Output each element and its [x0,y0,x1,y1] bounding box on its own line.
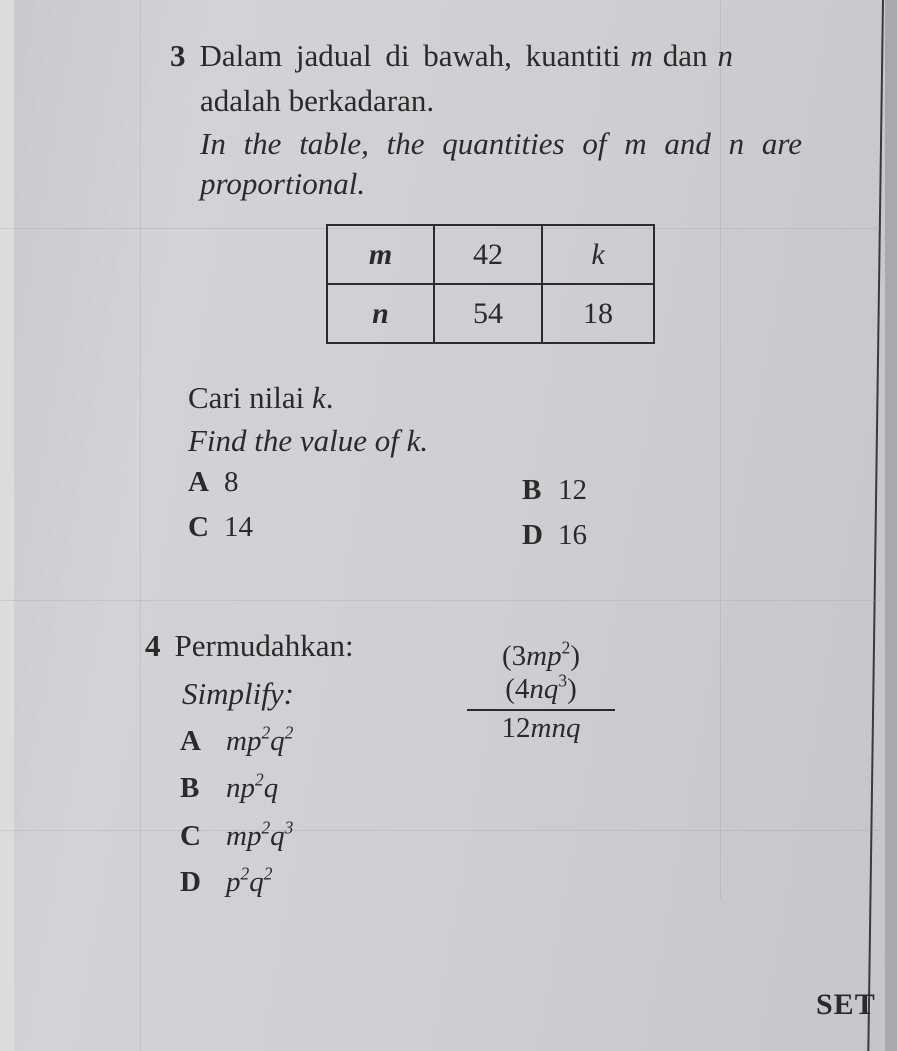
option-a[interactable]: A8 [188,466,239,499]
set-label: SET [816,988,876,1021]
den-coef: 12 [501,712,531,744]
proportion-table: m 42 k n 54 18 [326,224,655,344]
term-base: q [270,725,285,757]
fraction-denominator: 12mnq [467,711,615,745]
prompt-punct: . [325,380,334,415]
option-expression: mp2q2 [226,722,294,757]
question-text-english: In the table, the quantities of m and n … [200,126,802,161]
question-text: Dalam jadual di bawah, kuantiti [199,38,621,73]
term-base: p [226,866,241,898]
page-border-line [867,0,884,1051]
question-text-english: proportional. [200,166,366,201]
table-cell-label: n [326,283,435,344]
option-letter: B [522,474,542,506]
term-base: q [270,820,285,852]
find-prompt-malay: Cari nilai k. [188,380,334,416]
option-c[interactable]: C 14 [188,511,253,544]
q4-option-c[interactable]: Cmp2q3 [180,817,294,853]
num-text: ) [567,673,577,705]
prompt-text: Cari nilai [188,380,305,415]
option-letter: A [180,725,201,757]
term-base: q [249,866,264,898]
question-4-header: 4 Permudahkan: [145,628,354,664]
variable-m: m [630,38,653,73]
fraction-numerator: (3mp2)(4nq3) [467,639,615,711]
table-row: m 42 k [326,224,655,285]
table-cell: k [541,224,655,285]
option-letter: D [180,866,201,898]
term-base: mp [226,820,262,852]
fraction-expression: (3mp2)(4nq3) 12mnq [467,639,615,745]
q4-option-d[interactable]: Dp2q2 [180,863,273,899]
option-letter: D [522,519,543,551]
page-edge [0,0,14,1051]
table-cell: 18 [541,283,655,344]
question-text: dan [662,38,708,73]
option-value: 12 [558,474,587,506]
question-number: 4 [145,628,161,663]
show-through-line [140,0,141,1051]
term-exponent: 2 [284,722,294,743]
term-exponent: 2 [263,863,273,884]
den-vars: mnq [530,712,581,744]
variable-n: n [717,38,734,73]
question-3-header: 3 Dalam jadual di bawah, kuantiti m dan … [170,38,733,74]
term-base: np [226,772,255,804]
question-number: 3 [170,38,186,73]
option-letter: C [188,511,209,543]
option-d[interactable]: D 16 [522,519,587,552]
question-text-english: Simplify: [182,676,294,711]
term-exponent: 2 [261,722,271,743]
question-text-malay: Permudahkan: [174,628,354,663]
num-vars: mp [526,640,562,672]
option-letter: B [180,772,200,804]
term-base: mp [226,725,262,757]
term-exponent: 2 [261,817,271,838]
num-exponent: 3 [558,670,568,691]
q4-option-b[interactable]: Bnp2q [180,769,279,805]
page-edge-right [885,0,897,1051]
option-b[interactable]: B 12 [522,474,587,507]
term-exponent: 2 [240,863,250,884]
table-row: n 54 18 [326,283,655,344]
q4-option-a[interactable]: Amp2q2 [180,722,294,758]
num-text: (3 [502,640,527,672]
option-expression: mp2q3 [226,817,294,852]
option-letter: A [188,466,209,498]
option-value: 16 [558,519,587,551]
option-value: 8 [224,466,239,498]
show-through-line [0,600,880,601]
table-cell: 42 [433,224,543,285]
option-expression: np2q [226,769,279,804]
option-expression: p2q2 [226,863,273,898]
question-text-malay: adalah berkadaran. [200,83,435,118]
term-exponent: 3 [284,817,294,838]
table-cell-label: m [326,224,435,285]
num-vars: nq [529,673,559,705]
term-exponent: 2 [255,769,264,790]
term-base: q [263,772,279,804]
find-prompt-english: Find the value of k. [188,423,429,458]
option-letter: C [180,820,201,852]
show-through-line [0,830,880,831]
option-value: 14 [224,511,253,543]
table-cell: 54 [433,283,543,344]
variable-k: k [311,380,326,415]
